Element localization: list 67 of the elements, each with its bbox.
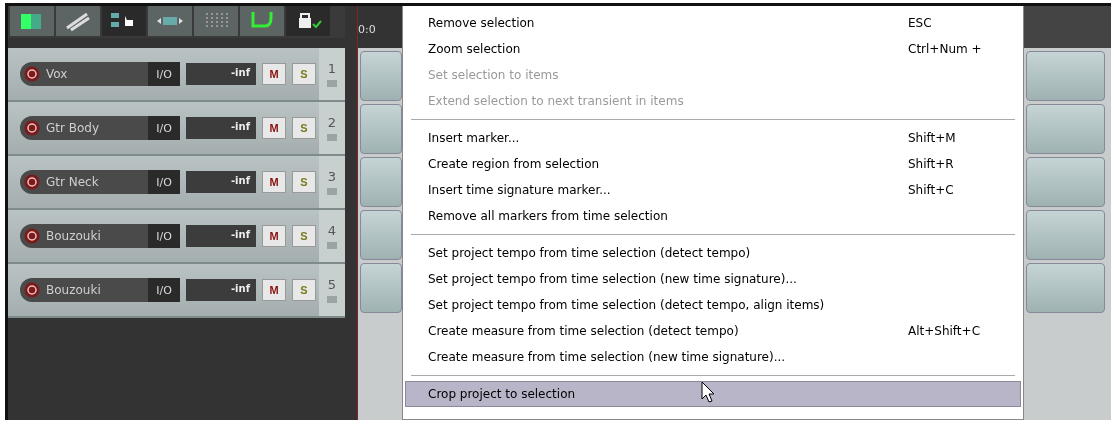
io-button[interactable]: I/O: [148, 278, 180, 302]
folder-icon: [327, 80, 337, 87]
volume-fader[interactable]: -inf: [186, 225, 256, 247]
record-arm-icon[interactable]: [24, 174, 40, 190]
menu-item[interactable]: Set project tempo from time selection (new time signature)...: [405, 266, 1021, 292]
menu-item[interactable]: Create measure from time selection (new time signature)...: [405, 344, 1021, 370]
media-item[interactable]: [360, 51, 402, 101]
io-button[interactable]: I/O: [148, 62, 180, 86]
media-item[interactable]: [360, 210, 402, 260]
solo-button[interactable]: S: [292, 117, 316, 139]
ruler-time: 0:0: [358, 23, 376, 36]
track-name-field[interactable]: Bouzouki: [20, 224, 148, 248]
folder-icon: [327, 134, 337, 141]
volume-fader[interactable]: -inf: [186, 63, 256, 85]
media-item[interactable]: [1026, 210, 1105, 260]
record-arm-icon[interactable]: [24, 120, 40, 136]
media-item[interactable]: [1026, 104, 1105, 154]
media-item[interactable]: [1026, 157, 1105, 207]
io-button[interactable]: I/O: [148, 116, 180, 140]
record-arm-icon[interactable]: [24, 66, 40, 82]
folder-icon: [327, 188, 337, 195]
track-number: 1: [319, 48, 345, 100]
volume-fader[interactable]: -inf: [186, 117, 256, 139]
mute-button[interactable]: M: [262, 117, 286, 139]
track-name-field[interactable]: Bouzouki: [20, 278, 148, 302]
solo-button[interactable]: S: [292, 225, 316, 247]
menu-item[interactable]: Set project tempo from time selection (detect tempo, align items): [405, 292, 1021, 318]
volume-fader[interactable]: -inf: [186, 171, 256, 193]
menu-item[interactable]: Zoom selection Ctrl+Num +: [405, 36, 1021, 62]
mouse-pointer-icon: [701, 381, 715, 403]
track-number: 4: [319, 210, 345, 262]
record-arm-icon[interactable]: [24, 228, 40, 244]
mute-button[interactable]: M: [262, 171, 286, 193]
media-item[interactable]: [360, 104, 402, 154]
track-number: 3: [319, 156, 345, 208]
folder-icon: [327, 242, 337, 249]
folder-icon: [327, 296, 337, 303]
track-name-field[interactable]: Gtr Body: [20, 116, 148, 140]
volume-fader[interactable]: -inf: [186, 279, 256, 301]
track-number: 5: [319, 264, 345, 316]
menu-item[interactable]: Create measure from time selection (detect tempo) Alt+Shift+C: [405, 318, 1021, 344]
menu-item[interactable]: Crop project to selection: [405, 381, 1021, 407]
solo-button[interactable]: S: [292, 63, 316, 85]
mute-button[interactable]: M: [262, 225, 286, 247]
media-item[interactable]: [360, 157, 402, 207]
menu-item[interactable]: Insert time signature marker... Shift+C: [405, 177, 1021, 203]
io-button[interactable]: I/O: [148, 224, 180, 248]
menu-item[interactable]: Create region from selection Shift+R: [405, 151, 1021, 177]
menu-item[interactable]: Insert marker... Shift+M: [405, 125, 1021, 151]
loop-icon[interactable]: [240, 6, 284, 36]
mute-button[interactable]: M: [262, 279, 286, 301]
media-item[interactable]: [1026, 51, 1105, 101]
menu-item[interactable]: Set project tempo from time selection (detect tempo): [405, 240, 1021, 266]
solo-button[interactable]: S: [292, 279, 316, 301]
track-name-field[interactable]: Gtr Neck: [20, 170, 148, 194]
solo-button[interactable]: S: [292, 171, 316, 193]
record-arm-icon[interactable]: [24, 282, 40, 298]
media-item[interactable]: [1026, 263, 1105, 313]
link-icon[interactable]: [56, 6, 100, 36]
track-name-field[interactable]: Vox: [20, 62, 148, 86]
menu-item[interactable]: Remove selection ESC: [405, 10, 1021, 36]
track-number: 2: [319, 102, 345, 154]
lock-icon[interactable]: [286, 6, 330, 36]
menu-item[interactable]: Remove all markers from time selection: [405, 203, 1021, 229]
media-item[interactable]: [360, 263, 402, 313]
io-button[interactable]: I/O: [148, 170, 180, 194]
mute-button[interactable]: M: [262, 63, 286, 85]
